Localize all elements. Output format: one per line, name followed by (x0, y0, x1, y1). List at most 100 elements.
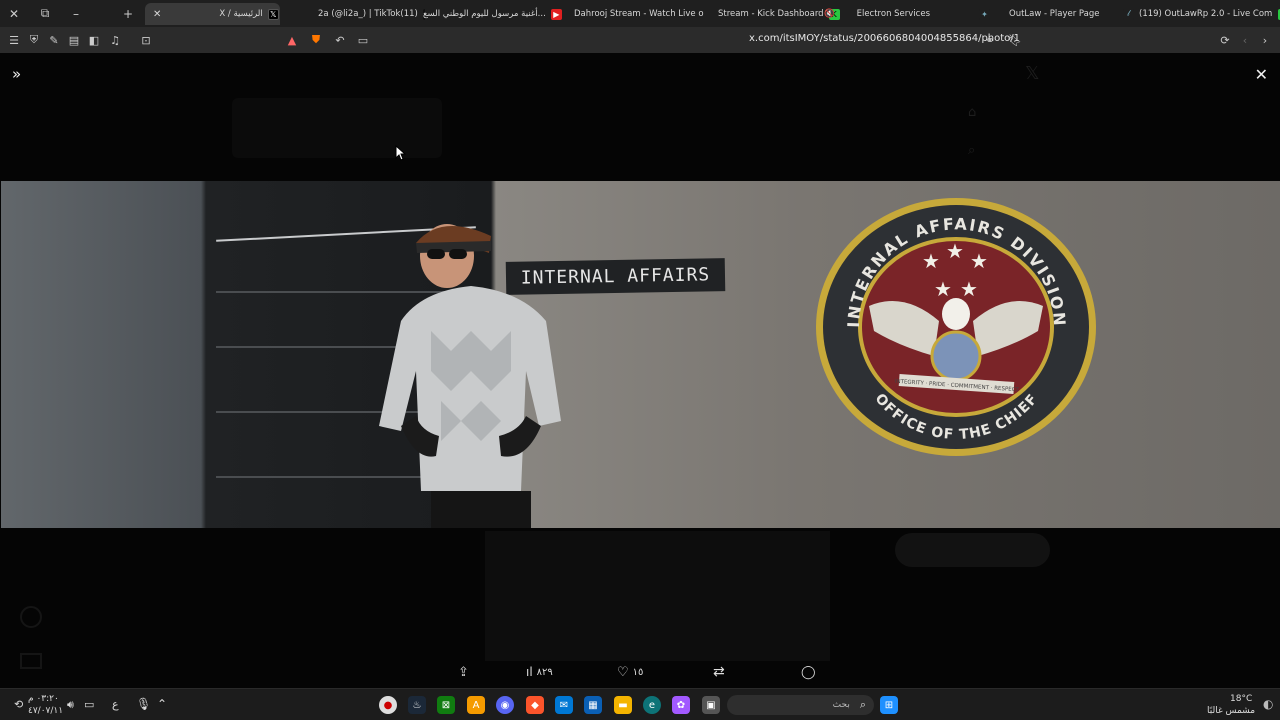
ghost-premium-card (232, 98, 442, 158)
restore-window-icon[interactable]: ⧉ (31, 0, 59, 27)
input-language[interactable]: ع (112, 698, 119, 711)
start-icon[interactable]: ⊞ (880, 696, 898, 714)
views-count: ٨٢٩ (536, 666, 553, 678)
ghost-x-logo-icon: 𝕏 (1025, 63, 1040, 84)
seal-star: ★ (922, 249, 940, 273)
ghost-media-grid (485, 531, 830, 661)
tab-dahrooj-stream[interactable]: Dahrooj Stream - Watch Live o K (566, 3, 706, 25)
tab-youtube[interactable]: أغنية مرسول لليوم الوطني السع... ▶ (415, 3, 565, 25)
clock-time[interactable]: ٠٣:٢٠ م (28, 694, 59, 704)
new-tab-icon[interactable]: + (114, 0, 142, 27)
photo-viewer: ⌂ ⌕ 𝕏 » ✕ INTERNAL AFFAIRS INTERNAL AFFA… (0, 53, 1280, 688)
internal-affairs-seal: INTERNAL AFFAIRS DIVISION OFFICE OF THE … (816, 198, 1096, 456)
extensions-icon[interactable]: ✎ (44, 30, 64, 50)
repost-icon: ⇄ (713, 664, 725, 680)
copilot-icon[interactable]: ✿ (672, 696, 690, 714)
tab-bar: ✕ ⧉ – + ✕ X / الرئيسية 𝕏 2a (@li2a_) | T… (0, 0, 1280, 27)
tab-label: OutLaw - Player Page (1009, 9, 1100, 19)
ghost-grok-icon (20, 606, 42, 628)
ghost-nav-home-icon: ⌂ (968, 105, 977, 120)
reply-icon: ◯ (801, 664, 816, 680)
taskbar-search[interactable]: بحث ⌕ (727, 695, 874, 715)
mute-icon[interactable]: 🔇 (824, 9, 835, 19)
share-button[interactable]: ⇪ (458, 663, 469, 681)
tab-label: 2a (@li2a_) | TikTok(11) (318, 9, 418, 19)
seal-star: ★ (960, 277, 978, 301)
outlaw-icon: ✦ (979, 8, 990, 20)
xbox-icon[interactable]: ⊠ (437, 696, 455, 714)
brave-rewards-icon[interactable]: ▲ (282, 30, 302, 50)
minimize-window-icon[interactable]: – (62, 0, 90, 27)
file-explorer-icon[interactable]: ▬ (614, 696, 632, 714)
edge-icon[interactable]: e (643, 696, 661, 714)
network-icon[interactable]: ⟲ (14, 698, 23, 711)
volume-icon[interactable]: 🔊︎ (67, 698, 74, 712)
share-icon: ⇪ (458, 664, 469, 680)
cast-icon[interactable]: ▭ (353, 30, 373, 50)
search-placeholder: بحث (832, 700, 850, 710)
store-icon[interactable]: ▦ (584, 696, 602, 714)
tab-outlaw-player[interactable]: ✦ OutLaw - Player Page (966, 3, 1116, 25)
seal-star: ★ (946, 239, 964, 263)
views-button[interactable]: ıl ٨٢٩ (526, 663, 553, 681)
tab-label: (119) OutLawRp 2.0 - Live Com (1139, 9, 1273, 19)
weather-temp[interactable]: 18°C (1230, 694, 1252, 704)
likes-count: ١٥ (632, 666, 644, 678)
reply-button[interactable]: ◯ (801, 663, 816, 681)
taskbar: ⟲ ٠٣:٢٠ م ٤٧/٠٧/١١ 🔊︎ ▭ ع 🎙︎ ⌃ ● ♨ ⊠ A ◉… (0, 688, 1280, 720)
ghost-nav-explore-icon: ⌕ (968, 143, 976, 158)
back-icon[interactable]: ‹ (1235, 30, 1255, 50)
reload-icon[interactable]: ⟳ (1215, 30, 1235, 50)
repost-button[interactable]: ⇄ (713, 663, 725, 681)
obs-icon[interactable]: ● (379, 696, 397, 714)
character-figure (379, 224, 561, 528)
sidebar-icon[interactable]: ◧ (84, 30, 104, 50)
bookmark-icon[interactable]: 🔖︎ (1005, 30, 1025, 50)
task-view-icon[interactable]: ▣ (702, 696, 720, 714)
close-window-icon[interactable]: ✕ (0, 0, 28, 27)
post-photo[interactable]: INTERNAL AFFAIRS INTERNAL AFFAIRS DIVISI… (1, 181, 1280, 528)
close-tab-icon[interactable]: ✕ (153, 9, 161, 20)
tab-label: Stream - Kick Dashboard (718, 9, 824, 19)
expand-sidebar-icon[interactable]: » (12, 65, 21, 83)
weather-icon[interactable]: ◐ (1263, 697, 1273, 711)
music-icon[interactable]: ♫ (105, 30, 125, 50)
analytics-icon: ıl (526, 665, 533, 679)
discord-icon[interactable]: ◉ (496, 696, 514, 714)
tab-label: Electron Services (856, 9, 931, 19)
seal-star: ★ (970, 249, 988, 273)
close-viewer-icon[interactable]: ✕ (1255, 65, 1268, 84)
weather-desc[interactable]: مشمس غالبًا (1207, 706, 1255, 716)
forward-icon[interactable]: › (1255, 30, 1275, 50)
tab-label: X / الرئيسية (219, 9, 263, 19)
battery-icon[interactable]: ▭ (84, 698, 94, 711)
x-icon: 𝕏 (267, 8, 279, 20)
app-a-icon[interactable]: A (467, 696, 485, 714)
brave-shield-icon[interactable]: ⛊ (306, 30, 326, 50)
outlaw-icon: 𝓁 (1123, 8, 1134, 20)
search-icon: ⌕ (859, 698, 866, 711)
screenshot-icon[interactable]: ⊡ (136, 30, 156, 50)
mouse-cursor-icon (395, 145, 406, 161)
tab-label: Dahrooj Stream - Watch Live o (574, 9, 704, 19)
tab-outlaw-live[interactable]: 𝓁 (119) OutLawRp 2.0 - Live Com K (1110, 3, 1280, 25)
tab-label: أغنية مرسول لليوم الوطني السع... (423, 9, 546, 19)
shield-icon[interactable]: ⛨ (24, 30, 44, 50)
tab-tiktok[interactable]: 2a (@li2a_) | TikTok(11) ♪ (310, 3, 425, 25)
clock-date[interactable]: ٤٧/٠٧/١١ (28, 706, 63, 716)
microphone-icon[interactable]: 🎙︎ (136, 697, 151, 711)
tab-electron-services[interactable]: 🔇 Electron Services (816, 3, 956, 25)
share-url-icon[interactable]: ↶ (330, 30, 350, 50)
like-button[interactable]: ♡ ١٥ (617, 663, 643, 681)
mail-icon[interactable]: ✉ (555, 696, 573, 714)
tab-x-home[interactable]: ✕ X / الرئيسية 𝕏 (145, 3, 280, 25)
ghost-post-button (895, 533, 1050, 567)
browser-toolbar: ☰ ⛨ ✎ ▤ ◧ ♫ ⊡ ▲ ⛊ ↶ ▭ x.com/itsIMOY/stat… (0, 27, 1280, 53)
tab-list-icon[interactable]: ▤ (64, 30, 84, 50)
brave-icon[interactable]: ◆ (526, 696, 544, 714)
youtube-icon: ▶ (550, 8, 562, 20)
menu-icon[interactable]: ☰ (4, 30, 24, 50)
steam-icon[interactable]: ♨ (408, 696, 426, 714)
tray-chevron-icon[interactable]: ⌃ (157, 697, 167, 711)
link-icon[interactable]: ⚭ (980, 30, 1000, 50)
